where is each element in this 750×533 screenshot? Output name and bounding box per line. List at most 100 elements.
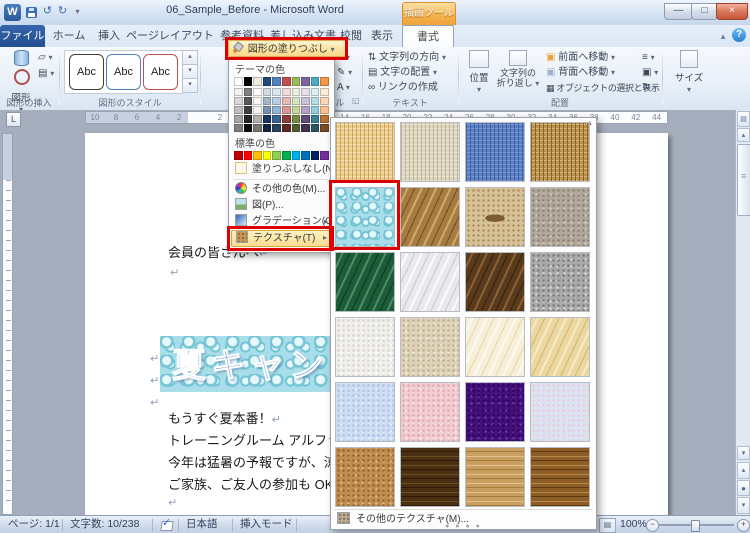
zoom-slider-thumb[interactable] bbox=[691, 520, 700, 532]
send-backward-button[interactable]: ▣ 背面へ移動 ▾ bbox=[546, 66, 615, 80]
wrap-text-button[interactable]: 文字列の折り返し ▾ bbox=[496, 50, 540, 89]
texture-stationery[interactable] bbox=[530, 317, 590, 377]
theme-color-4-variant-3[interactable] bbox=[272, 115, 281, 123]
help-icon[interactable]: ? bbox=[732, 28, 746, 42]
theme-color-0-variant-0[interactable] bbox=[234, 88, 243, 96]
styles-scroll-down-icon[interactable]: ▾ bbox=[182, 64, 198, 79]
theme-color-8-variant-0[interactable] bbox=[311, 88, 320, 96]
vertical-ruler[interactable] bbox=[2, 133, 13, 515]
vertical-scrollbar[interactable]: ▤ ▴ ▾ ▴▴ ● ▾▾ bbox=[735, 110, 750, 515]
styles-scroll-up-icon[interactable]: ▴ bbox=[182, 50, 198, 65]
rotate-objects-icon[interactable]: ↻ ▾ bbox=[642, 81, 657, 95]
theme-color-0-variant-4[interactable] bbox=[234, 124, 243, 132]
standard-color-5[interactable] bbox=[282, 151, 291, 160]
texture-canvas[interactable] bbox=[400, 122, 460, 182]
theme-color-2-variant-2[interactable] bbox=[253, 106, 262, 114]
theme-color-6[interactable] bbox=[292, 77, 301, 86]
char-count[interactable]: 文字数: 10/238 bbox=[70, 516, 139, 533]
theme-color-4-variant-2[interactable] bbox=[272, 106, 281, 114]
texture-sand[interactable] bbox=[530, 187, 590, 247]
scrollbar-thumb[interactable] bbox=[737, 144, 750, 216]
theme-color-4-variant-0[interactable] bbox=[272, 88, 281, 96]
theme-color-2-variant-1[interactable] bbox=[253, 97, 262, 105]
edit-shape-icon[interactable]: ▱ ▾ bbox=[38, 51, 52, 65]
zoom-in-icon[interactable]: + bbox=[737, 519, 750, 532]
word-app-icon[interactable]: W bbox=[4, 4, 21, 21]
select-browse-object-icon[interactable]: ● bbox=[737, 480, 750, 496]
tab-selector-button[interactable]: L bbox=[6, 112, 21, 127]
theme-color-4-variant-4[interactable] bbox=[272, 124, 281, 132]
tab-file[interactable]: ファイル bbox=[0, 25, 45, 47]
theme-color-2-variant-3[interactable] bbox=[253, 115, 262, 123]
align-objects-icon[interactable]: ≡ ▾ bbox=[642, 51, 655, 65]
wordart-dialog-launcher-icon[interactable]: ◱ bbox=[352, 94, 360, 108]
standard-color-9[interactable] bbox=[320, 151, 329, 160]
save-icon[interactable] bbox=[26, 7, 37, 18]
theme-color-3-variant-2[interactable] bbox=[263, 106, 272, 114]
texture-pink-tissue-paper[interactable] bbox=[400, 382, 460, 442]
standard-color-1[interactable] bbox=[244, 151, 253, 160]
texture-woven-mat[interactable] bbox=[530, 122, 590, 182]
shape-style-1[interactable]: Abc bbox=[69, 54, 104, 90]
tab-format[interactable]: 書式 bbox=[402, 25, 454, 48]
theme-color-9[interactable] bbox=[320, 77, 329, 86]
theme-color-5-variant-0[interactable] bbox=[282, 88, 291, 96]
theme-color-2-variant-0[interactable] bbox=[253, 88, 262, 96]
tab-home[interactable]: ホーム bbox=[48, 25, 90, 47]
insert-mode-indicator[interactable]: 挿入モード bbox=[240, 516, 293, 533]
size-button[interactable]: サイズ▾ bbox=[672, 50, 706, 95]
page-indicator[interactable]: ページ: 1/1 bbox=[8, 516, 60, 533]
body-line[interactable]: もうすぐ夏本番！↵ bbox=[168, 408, 281, 427]
theme-color-0-variant-2[interactable] bbox=[234, 106, 243, 114]
body-line[interactable]: トレーニングルーム アルファ bbox=[168, 430, 340, 449]
theme-color-6-variant-4[interactable] bbox=[292, 124, 301, 132]
language-indicator[interactable]: 日本語 bbox=[186, 516, 218, 533]
create-link-button[interactable]: ∞ リンクの作成 bbox=[368, 81, 438, 95]
theme-color-9-variant-3[interactable] bbox=[320, 115, 329, 123]
theme-color-4[interactable] bbox=[272, 77, 281, 86]
theme-color-7-variant-4[interactable] bbox=[301, 124, 310, 132]
theme-color-6-variant-3[interactable] bbox=[292, 115, 301, 123]
theme-color-5-variant-1[interactable] bbox=[282, 97, 291, 105]
styles-more-icon[interactable]: ▾ bbox=[182, 78, 198, 93]
menu-item-no-fill[interactable]: 塗りつぶしなし(N) bbox=[231, 162, 332, 177]
spellcheck-icon[interactable] bbox=[160, 519, 173, 530]
theme-color-1-variant-3[interactable] bbox=[244, 115, 253, 123]
group-objects-icon[interactable]: ▣ ▾ bbox=[642, 66, 658, 80]
view-mode-button[interactable]: ▤ bbox=[599, 518, 616, 533]
theme-color-8-variant-2[interactable] bbox=[311, 106, 320, 114]
theme-color-4-variant-1[interactable] bbox=[272, 97, 281, 105]
zoom-level[interactable]: 100% bbox=[620, 516, 647, 533]
texture-medium-wood[interactable] bbox=[530, 447, 590, 507]
qat-dropdown-icon[interactable]: ▾ bbox=[70, 4, 85, 20]
texture-newsprint[interactable] bbox=[335, 317, 395, 377]
minimize-button[interactable]: — bbox=[664, 3, 693, 20]
standard-color-6[interactable] bbox=[292, 151, 301, 160]
texture-bouquet[interactable] bbox=[530, 382, 590, 442]
theme-color-7[interactable] bbox=[301, 77, 310, 86]
ruler-toggle-icon[interactable]: ▤ bbox=[737, 111, 750, 127]
theme-color-9-variant-1[interactable] bbox=[320, 97, 329, 105]
theme-color-7-variant-0[interactable] bbox=[301, 88, 310, 96]
gallery-resize-grip[interactable]: ● ● ● ● bbox=[331, 524, 596, 529]
tab-view[interactable]: 表示 bbox=[366, 25, 398, 47]
scroll-down-icon[interactable]: ▾ bbox=[737, 446, 750, 460]
theme-color-0[interactable] bbox=[234, 77, 243, 86]
texture-oak[interactable] bbox=[465, 447, 525, 507]
body-line[interactable]: 今年は猛暑の予報ですが、涼し bbox=[168, 452, 350, 471]
standard-color-0[interactable] bbox=[234, 151, 243, 160]
theme-color-9-variant-0[interactable] bbox=[320, 88, 329, 96]
theme-color-7-variant-1[interactable] bbox=[301, 97, 310, 105]
tab-insert[interactable]: 挿入 bbox=[92, 25, 126, 47]
texture-blue-tissue-paper[interactable] bbox=[335, 382, 395, 442]
theme-color-6-variant-0[interactable] bbox=[292, 88, 301, 96]
theme-color-3-variant-3[interactable] bbox=[263, 115, 272, 123]
redo-icon[interactable]: ↻ bbox=[55, 4, 70, 20]
theme-color-3-variant-0[interactable] bbox=[263, 88, 272, 96]
texture-purple-mesh[interactable] bbox=[465, 382, 525, 442]
close-button[interactable]: × bbox=[716, 3, 748, 20]
theme-color-9-variant-4[interactable] bbox=[320, 124, 329, 132]
maximize-button[interactable]: □ bbox=[691, 3, 718, 20]
texture-green-marble[interactable] bbox=[335, 252, 395, 312]
theme-color-8-variant-1[interactable] bbox=[311, 97, 320, 105]
